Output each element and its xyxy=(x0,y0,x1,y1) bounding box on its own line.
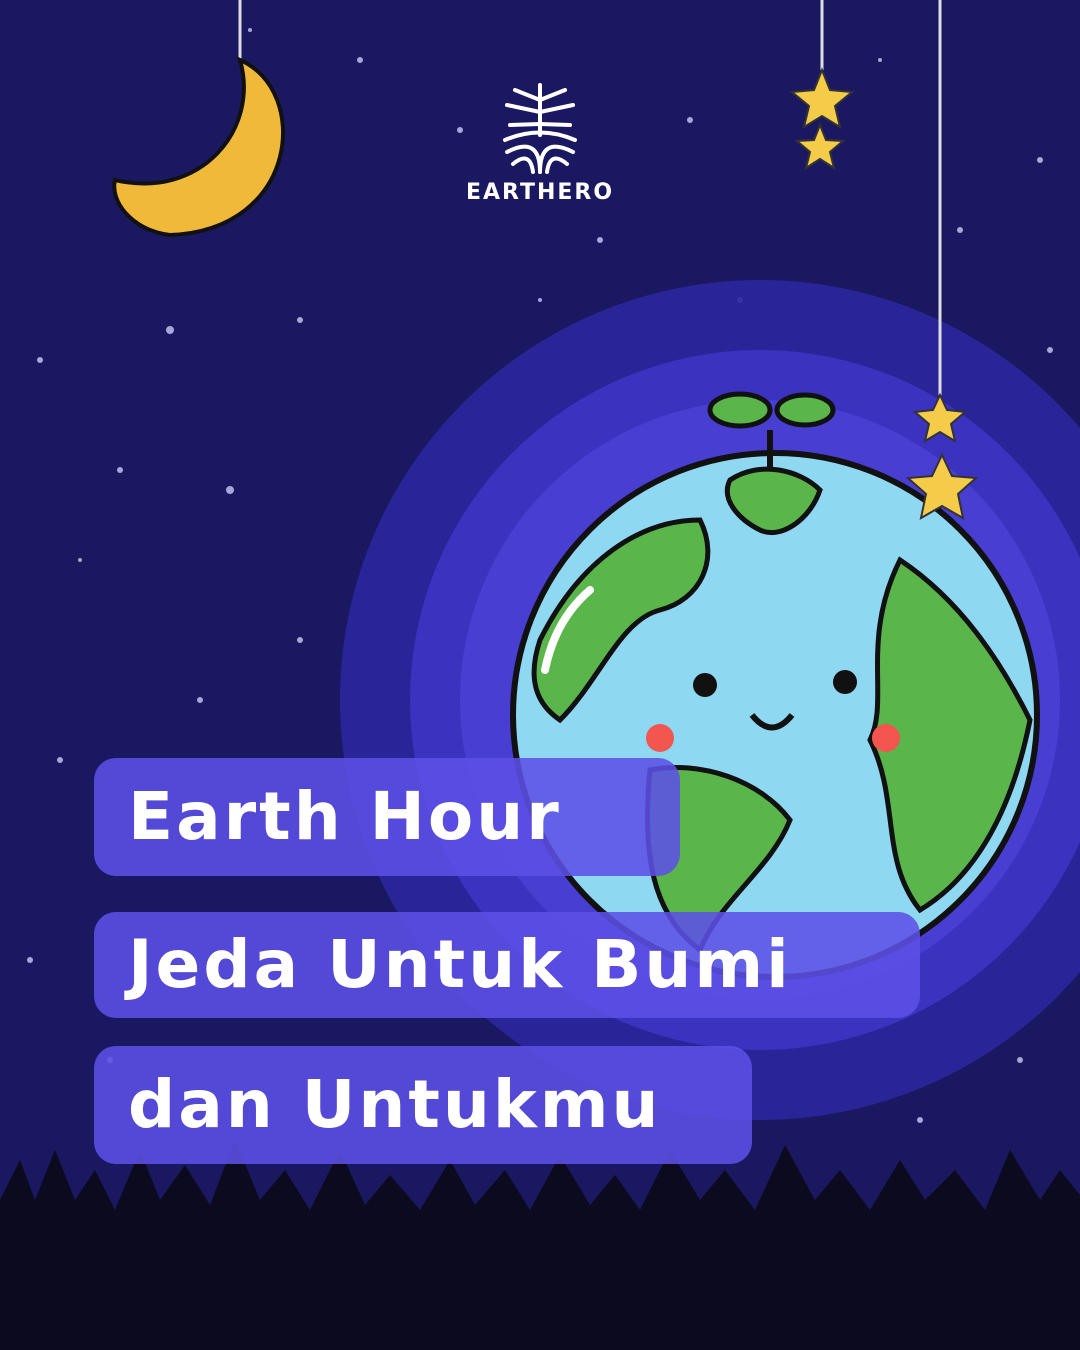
tree-globe-logo-icon xyxy=(503,83,577,174)
earthero-logo xyxy=(490,80,590,179)
headline-line-2: Jeda Untuk Bumi xyxy=(94,912,920,1018)
headline-line-3: dan Untukmu xyxy=(94,1046,752,1164)
moon-icon xyxy=(112,0,285,238)
brand-name: EARTHERO xyxy=(465,180,615,205)
forest-silhouette xyxy=(0,1140,1080,1350)
headline-line-1: Earth Hour xyxy=(94,758,680,876)
